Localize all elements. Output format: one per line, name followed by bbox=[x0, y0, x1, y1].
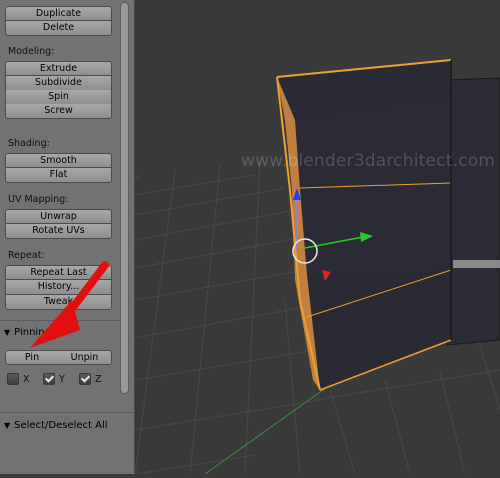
mesh-ledge bbox=[453, 260, 500, 268]
unpin-button[interactable]: Unpin bbox=[58, 350, 112, 365]
flat-button[interactable]: Flat bbox=[5, 168, 112, 183]
panel-scrollbar[interactable] bbox=[120, 2, 129, 394]
extrude-button[interactable]: Extrude bbox=[5, 61, 112, 76]
pin-y-checkbox-row[interactable]: Y bbox=[43, 373, 65, 385]
uv-mapping-label: UV Mapping: bbox=[8, 194, 69, 205]
smooth-button[interactable]: Smooth bbox=[5, 153, 112, 168]
tweak-button[interactable]: Tweak bbox=[5, 295, 112, 310]
repeat-label: Repeat: bbox=[8, 250, 45, 261]
pin-button[interactable]: Pin bbox=[5, 350, 59, 365]
watermark-text: www.blender3darchitect.com bbox=[241, 151, 496, 171]
3d-viewport[interactable]: www.blender3darchitect.com bbox=[32, 0, 500, 475]
section-divider bbox=[0, 412, 134, 413]
spin-button[interactable]: Spin bbox=[5, 90, 112, 105]
select-deselect-label: Select/Deselect All bbox=[14, 420, 108, 431]
screw-button[interactable]: Screw bbox=[5, 104, 112, 119]
history-button[interactable]: History... bbox=[5, 280, 112, 295]
mesh-back-face bbox=[446, 77, 500, 346]
expanded-triangle-icon: ▼ bbox=[4, 328, 11, 337]
section-divider bbox=[0, 320, 120, 321]
unwrap-button[interactable]: Unwrap bbox=[5, 209, 112, 224]
scrollbar-thumb[interactable] bbox=[121, 3, 128, 393]
delete-button[interactable]: Delete bbox=[5, 21, 112, 36]
viewport-canvas bbox=[32, 0, 500, 475]
subdivide-button[interactable]: Subdivide bbox=[5, 76, 112, 91]
select-deselect-section-header[interactable]: ▼ Select/Deselect All bbox=[4, 420, 108, 431]
pinning-section-header[interactable]: ▼ Pinning bbox=[4, 327, 51, 338]
shading-label: Shading: bbox=[8, 138, 50, 149]
pinning-header-label: Pinning bbox=[14, 327, 51, 338]
pin-y-label: Y bbox=[59, 373, 65, 385]
tool-shelf-panel: Duplicate Delete Modeling: Extrude Subdi… bbox=[0, 0, 135, 474]
pin-x-label: X bbox=[23, 373, 30, 385]
pin-x-checkbox[interactable] bbox=[7, 373, 19, 385]
pin-x-checkbox-row[interactable]: X bbox=[7, 373, 30, 385]
modeling-label: Modeling: bbox=[8, 46, 55, 57]
rotate-uvs-button[interactable]: Rotate UVs bbox=[5, 224, 112, 239]
pin-z-label: Z bbox=[95, 373, 102, 385]
pin-y-checkbox[interactable] bbox=[43, 373, 55, 385]
pin-z-checkbox-row[interactable]: Z bbox=[79, 373, 102, 385]
pin-z-checkbox[interactable] bbox=[79, 373, 91, 385]
collapsed-triangle-icon: ▼ bbox=[4, 421, 11, 430]
duplicate-button[interactable]: Duplicate bbox=[5, 6, 112, 21]
repeat-last-button[interactable]: Repeat Last bbox=[5, 265, 112, 280]
